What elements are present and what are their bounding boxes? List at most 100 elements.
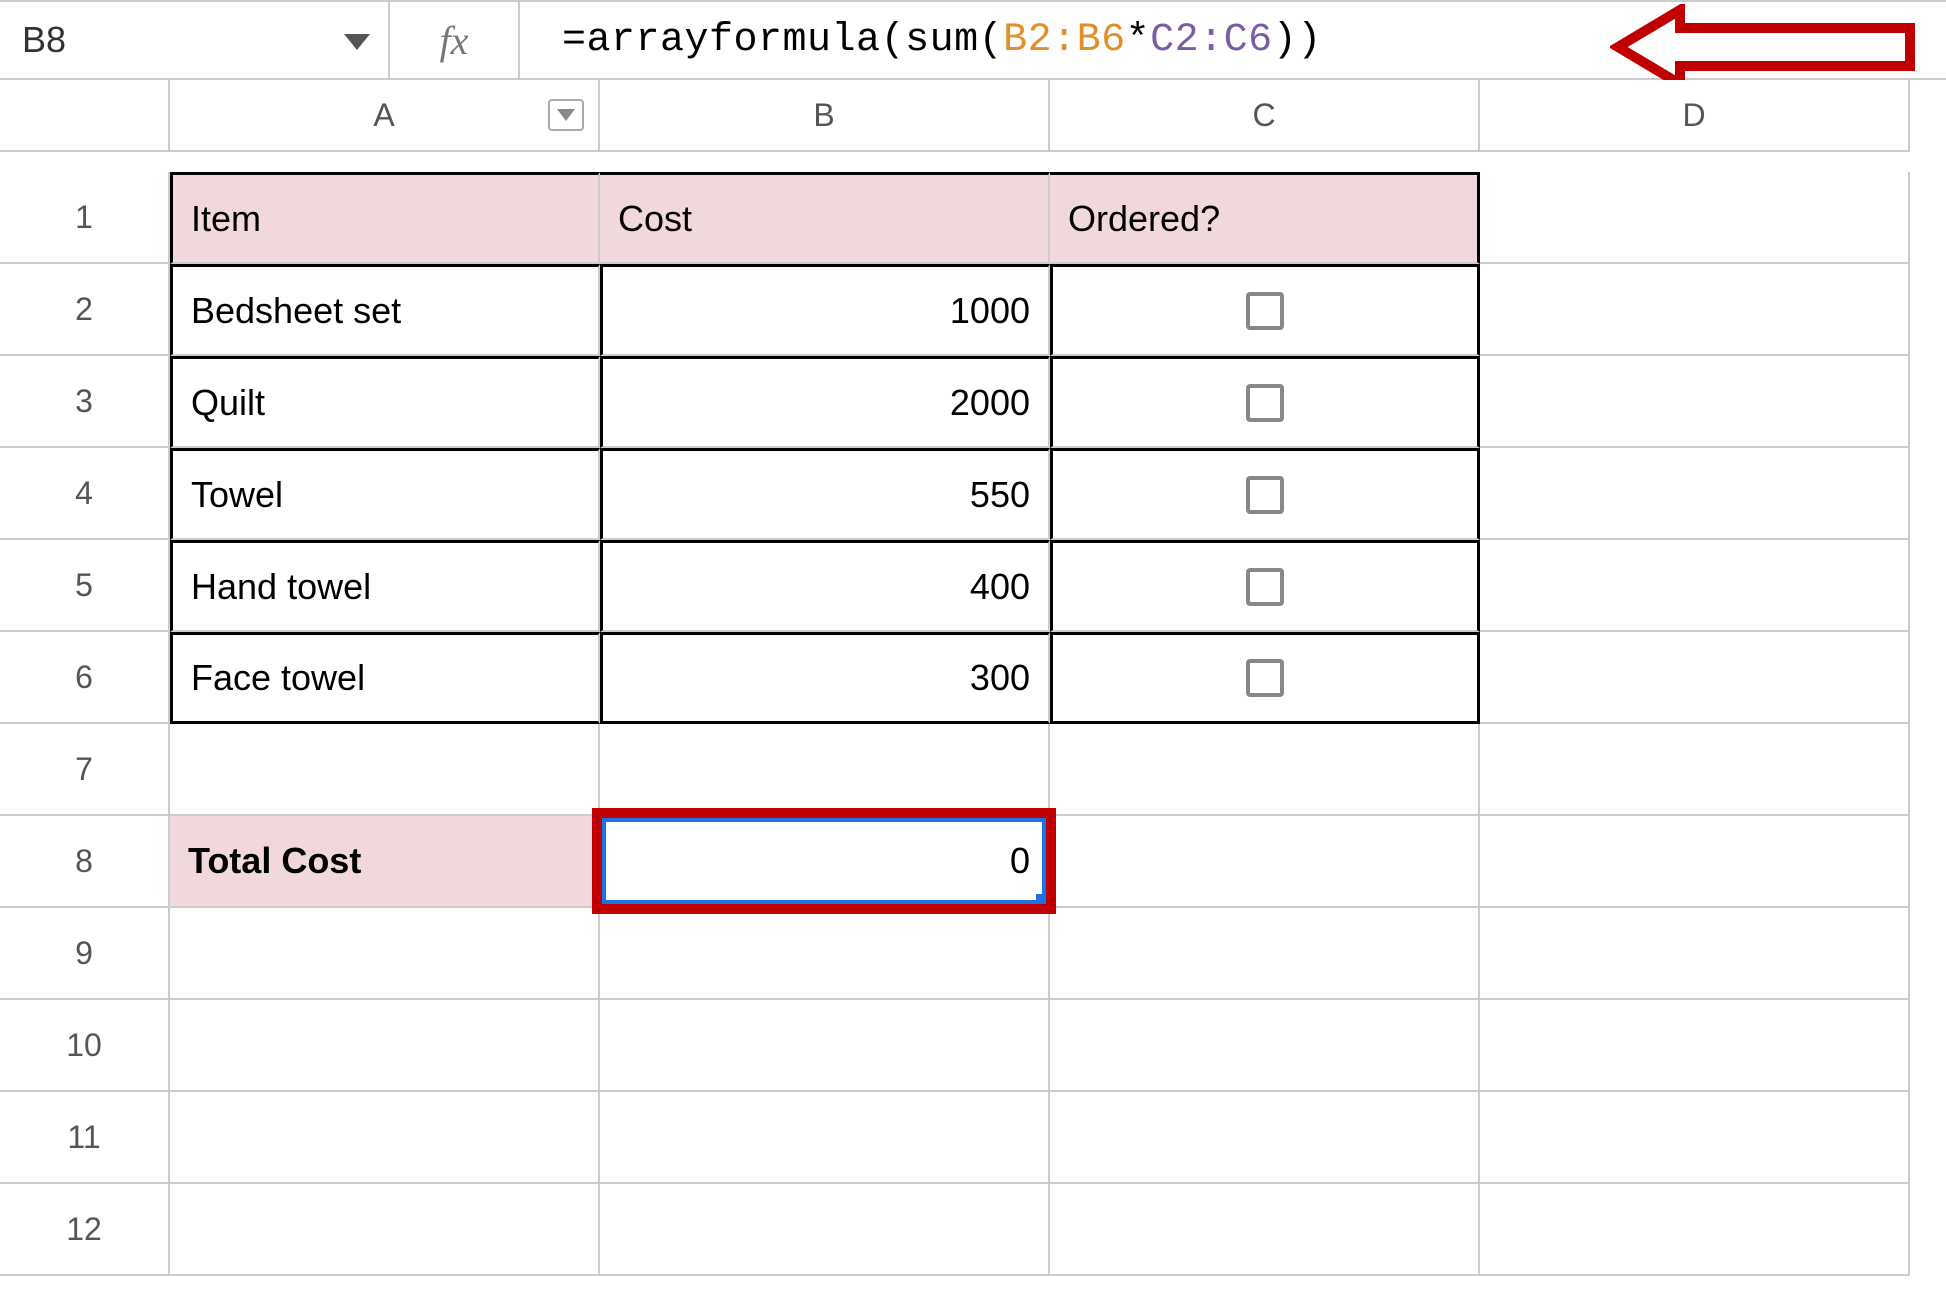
cell-b7[interactable] [600, 724, 1050, 816]
checkbox-icon[interactable] [1246, 292, 1284, 330]
cell-b4[interactable]: 550 [600, 448, 1050, 540]
cell-text: Cost [618, 198, 692, 240]
formula-close2: ) [1273, 18, 1298, 63]
formula-fn1: arrayformula [587, 18, 881, 63]
checkbox-icon[interactable] [1246, 476, 1284, 514]
cell-a5[interactable]: Hand towel [170, 540, 600, 632]
cell-d8[interactable] [1480, 816, 1910, 908]
col-header-b[interactable]: B [600, 80, 1050, 152]
row-header-label: 6 [75, 659, 93, 696]
cell-d3[interactable] [1480, 356, 1910, 448]
cell-b9[interactable] [600, 908, 1050, 1000]
row-header-3[interactable]: 3 [0, 356, 170, 448]
formula-open2: ( [979, 18, 1004, 63]
cell-text: Face towel [191, 657, 365, 699]
row-header-1[interactable]: 1 [0, 172, 170, 264]
col-header-c[interactable]: C [1050, 80, 1480, 152]
row-header-9[interactable]: 9 [0, 908, 170, 1000]
row-header-label: 1 [75, 199, 93, 236]
row-header-12[interactable]: 12 [0, 1184, 170, 1276]
cell-b12[interactable] [600, 1184, 1050, 1276]
cell-text: Hand towel [191, 566, 371, 608]
row-header-6[interactable]: 6 [0, 632, 170, 724]
fx-text: fx [440, 17, 469, 64]
cell-c3[interactable] [1050, 356, 1480, 448]
formula-input[interactable]: = arrayformula ( sum ( B2:B6 * C2:C6 ) ) [520, 2, 1946, 78]
cell-a8[interactable]: Total Cost [170, 816, 600, 908]
formula-close1: ) [1297, 18, 1322, 63]
cell-c9[interactable] [1050, 908, 1480, 1000]
cell-a3[interactable]: Quilt [170, 356, 600, 448]
cell-d11[interactable] [1480, 1092, 1910, 1184]
name-box-dropdown-icon[interactable] [344, 19, 370, 61]
row-header-2[interactable]: 2 [0, 264, 170, 356]
name-box[interactable]: B8 [0, 2, 390, 78]
cell-d7[interactable] [1480, 724, 1910, 816]
cell-c6[interactable] [1050, 632, 1480, 724]
cell-c4[interactable] [1050, 448, 1480, 540]
cell-text: Quilt [191, 382, 265, 424]
cell-b2[interactable]: 1000 [600, 264, 1050, 356]
cell-c2[interactable] [1050, 264, 1480, 356]
cell-d2[interactable] [1480, 264, 1910, 356]
cell-a9[interactable] [170, 908, 600, 1000]
col-header-a[interactable]: A [170, 80, 600, 152]
cell-c1[interactable]: Ordered? [1050, 172, 1480, 264]
row-header-label: 11 [67, 1119, 100, 1156]
cell-c12[interactable] [1050, 1184, 1480, 1276]
cell-text: Total Cost [188, 840, 361, 882]
row-header-7[interactable]: 7 [0, 724, 170, 816]
name-box-value: B8 [22, 19, 66, 61]
select-all-corner[interactable] [0, 80, 170, 152]
checkbox-icon[interactable] [1246, 384, 1284, 422]
row-header-label: 3 [75, 383, 93, 420]
cell-c10[interactable] [1050, 1000, 1480, 1092]
cell-a2[interactable]: Bedsheet set [170, 264, 600, 356]
cell-b3[interactable]: 2000 [600, 356, 1050, 448]
cell-d10[interactable] [1480, 1000, 1910, 1092]
row-header-4[interactable]: 4 [0, 448, 170, 540]
col-header-label: A [373, 97, 394, 134]
cell-d1[interactable] [1480, 172, 1910, 264]
cell-b8-selected[interactable]: 0 [600, 816, 1050, 908]
cell-d6[interactable] [1480, 632, 1910, 724]
checkbox-icon[interactable] [1246, 568, 1284, 606]
fx-label: fx [390, 2, 520, 78]
cell-c11[interactable] [1050, 1092, 1480, 1184]
cell-text: 300 [970, 657, 1030, 699]
formula-bar: B8 fx = arrayformula ( sum ( B2:B6 * C2:… [0, 0, 1946, 80]
cell-a1[interactable]: Item [170, 172, 600, 264]
cell-d9[interactable] [1480, 908, 1910, 1000]
col-header-d[interactable]: D [1480, 80, 1910, 152]
cell-b11[interactable] [600, 1092, 1050, 1184]
column-dropdown-icon[interactable] [548, 99, 584, 131]
cell-d5[interactable] [1480, 540, 1910, 632]
checkbox-icon[interactable] [1246, 659, 1284, 697]
cell-c5[interactable] [1050, 540, 1480, 632]
formula-ref2: C2:C6 [1150, 18, 1273, 63]
cell-b10[interactable] [600, 1000, 1050, 1092]
cell-b5[interactable]: 400 [600, 540, 1050, 632]
row-header-label: 7 [75, 751, 93, 788]
cell-a10[interactable] [170, 1000, 600, 1092]
cell-a4[interactable]: Towel [170, 448, 600, 540]
spreadsheet-grid: A B C D 1 Item Cost Ordered? 2 Bedsheet … [0, 80, 1946, 1276]
row-header-10[interactable]: 10 [0, 1000, 170, 1092]
cell-a7[interactable] [170, 724, 600, 816]
cell-a11[interactable] [170, 1092, 600, 1184]
row-header-8[interactable]: 8 [0, 816, 170, 908]
cell-d12[interactable] [1480, 1184, 1910, 1276]
row-header-5[interactable]: 5 [0, 540, 170, 632]
cell-c7[interactable] [1050, 724, 1480, 816]
cell-text: 2000 [950, 382, 1030, 424]
col-header-label: C [1252, 97, 1275, 134]
cell-c8[interactable] [1050, 816, 1480, 908]
row-header-11[interactable]: 11 [0, 1092, 170, 1184]
cell-a6[interactable]: Face towel [170, 632, 600, 724]
row-header-label: 4 [75, 475, 93, 512]
row-header-label: 5 [75, 567, 93, 604]
cell-b1[interactable]: Cost [600, 172, 1050, 264]
cell-a12[interactable] [170, 1184, 600, 1276]
cell-d4[interactable] [1480, 448, 1910, 540]
cell-b6[interactable]: 300 [600, 632, 1050, 724]
